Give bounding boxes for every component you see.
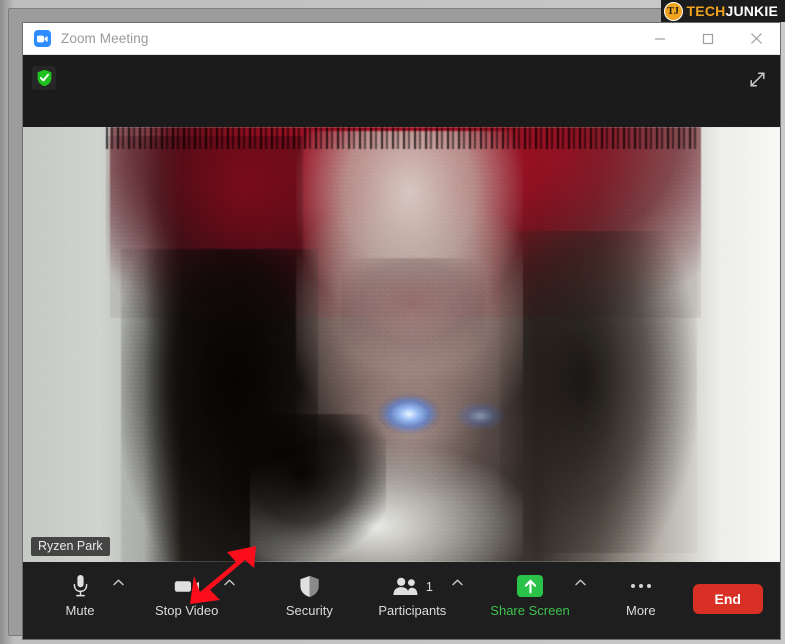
stop-video-label: Stop Video — [155, 603, 219, 618]
close-icon[interactable] — [732, 23, 780, 55]
watermark-text-tech: TECH — [686, 3, 726, 19]
video-options-chevron-up-icon[interactable] — [218, 562, 240, 586]
green-shield-check-icon[interactable] — [32, 66, 56, 90]
end-meeting-button[interactable]: End — [692, 584, 763, 614]
watermark-text-junkie: JUNKIE — [725, 3, 778, 19]
security-label: Security — [285, 603, 333, 618]
techjunkie-badge-icon: TJ — [663, 1, 683, 21]
shield-icon — [299, 573, 320, 599]
ellipsis-icon — [630, 573, 651, 599]
share-screen-control-group: Share Screen — [490, 562, 592, 639]
window-frame: Zoom Meeting Ryzen Park Mute Stop Video … — [8, 8, 780, 639]
participants-count: 1 — [425, 578, 433, 594]
participant-name-label: Ryzen Park — [31, 537, 110, 556]
window-controls — [636, 23, 780, 54]
more-button[interactable]: More — [614, 562, 668, 618]
more-label: More — [625, 603, 656, 618]
share-options-chevron-up-icon[interactable] — [570, 562, 592, 586]
security-control-group: Security — [282, 562, 336, 639]
mute-label: Mute — [65, 603, 95, 618]
minimize-icon[interactable] — [636, 23, 684, 55]
title-bar: Zoom Meeting — [23, 23, 780, 55]
participants-label: Participants — [378, 603, 447, 618]
mute-options-chevron-up-icon[interactable] — [107, 562, 129, 586]
window-title: Zoom Meeting — [61, 31, 149, 46]
participants-options-chevron-up-icon[interactable] — [446, 562, 468, 586]
techjunkie-watermark: TJ TECH JUNKIE — [660, 0, 785, 22]
maximize-icon[interactable] — [684, 23, 732, 55]
meeting-header-bar — [23, 55, 780, 127]
mute-control-group: Mute — [23, 562, 129, 639]
participants-control-group: 1 Participants — [378, 562, 468, 639]
stop-video-button[interactable]: Stop Video — [155, 562, 218, 618]
desktop-background: Zoom Meeting Ryzen Park Mute Stop Video … — [0, 0, 785, 644]
stop-video-control-group: Stop Video — [155, 562, 240, 639]
video-stage[interactable]: Ryzen Park — [23, 127, 780, 562]
meeting-controls-toolbar: Mute Stop Video Security 1 Participants … — [23, 562, 780, 639]
participant-video-feed — [23, 127, 780, 562]
expand-diagonal-arrows-icon[interactable] — [744, 66, 770, 92]
more-control-group: More — [614, 562, 668, 639]
participants-button[interactable]: 1 Participants — [378, 562, 446, 618]
security-button[interactable]: Security — [282, 562, 336, 618]
share-screen-label: Share Screen — [490, 603, 570, 618]
mute-button[interactable]: Mute — [53, 562, 107, 618]
zoom-meeting-window: Zoom Meeting Ryzen Park Mute Stop Video … — [23, 23, 780, 639]
microphone-icon — [72, 573, 89, 599]
share-screen-button[interactable]: Share Screen — [490, 562, 570, 618]
video-camera-icon — [174, 573, 200, 599]
participants-icon: 1 — [392, 573, 433, 599]
share-screen-up-arrow-icon — [517, 573, 544, 599]
zoom-camera-icon — [34, 30, 51, 47]
